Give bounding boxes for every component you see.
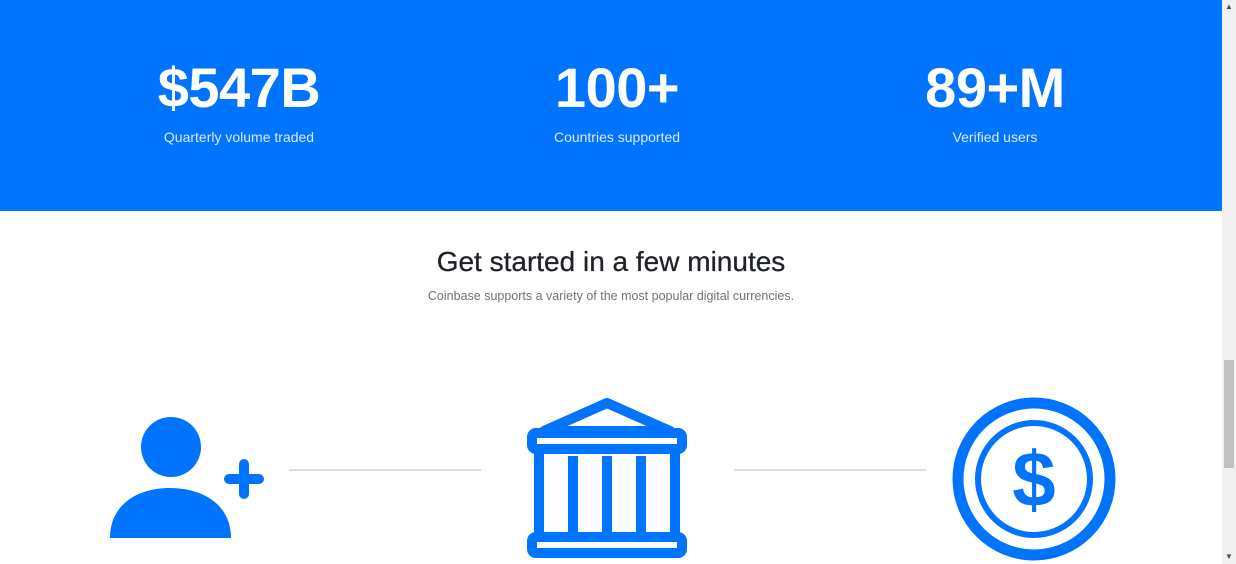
section-title: Get started in a few minutes	[436, 246, 786, 277]
stat-countries-supported: 100+ Countries supported	[487, 56, 747, 146]
step-connector	[289, 469, 481, 471]
stat-label: Countries supported	[553, 129, 681, 145]
vertical-scrollbar[interactable]: ▲ ▼	[1222, 0, 1236, 564]
stat-label: Quarterly volume traded	[163, 129, 315, 145]
dollar-coin-icon: $	[952, 397, 1116, 561]
stat-label: Verified users	[952, 129, 1038, 145]
bank-icon	[527, 398, 687, 558]
scroll-thumb[interactable]	[1224, 360, 1234, 468]
stats-band: $547B Quarterly volume traded 100+ Count…	[0, 0, 1222, 211]
stat-value: 89+M	[925, 56, 1065, 119]
svg-text:$: $	[1012, 435, 1055, 523]
step-connector	[734, 469, 926, 471]
stat-value: $547B	[157, 56, 321, 119]
scroll-up-icon[interactable]: ▲	[1222, 0, 1236, 14]
add-user-icon	[110, 417, 264, 538]
section-subtitle: Coinbase supports a variety of the most …	[427, 289, 795, 303]
scroll-down-icon[interactable]: ▼	[1222, 550, 1236, 564]
stat-verified-users: 89+M Verified users	[865, 56, 1125, 146]
page: $547B Quarterly volume traded 100+ Count…	[0, 0, 1236, 564]
stat-value: 100+	[554, 56, 680, 119]
stat-quarterly-volume: $547B Quarterly volume traded	[109, 56, 369, 146]
